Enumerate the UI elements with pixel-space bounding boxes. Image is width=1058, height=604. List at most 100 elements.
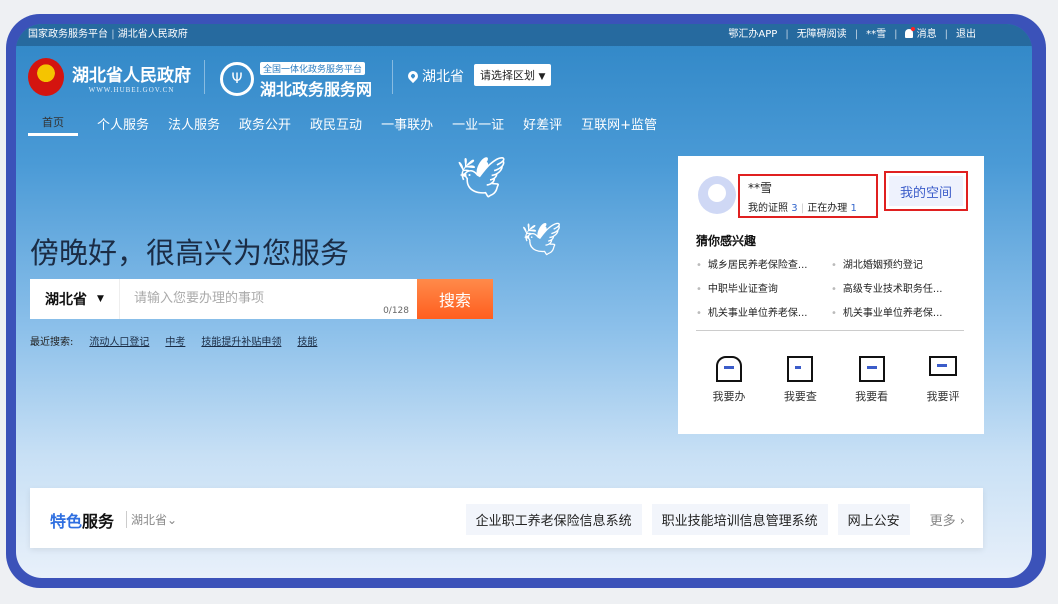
nav-public-affairs[interactable]: 政务公开 [239, 114, 291, 136]
caret-down-icon: ▼ [538, 72, 546, 82]
recent-search-link[interactable]: 技能提升补贴申领 [201, 333, 281, 348]
location-pin-icon [405, 68, 421, 84]
national-emblem-icon [28, 58, 64, 96]
featured-province: 湖北省 [131, 513, 168, 527]
featured-province-select[interactable]: 湖北省⌄ [126, 511, 177, 528]
action-handle[interactable]: 我要办 [704, 356, 754, 404]
top-bar: 国家政务服务平台 | 湖北省人民政府 鄂汇办APP | 无障碍阅读 | **雪 | 消… [16, 24, 1032, 46]
view-doc-icon [858, 356, 885, 382]
avatar[interactable] [698, 176, 736, 214]
accessibility-link[interactable]: 无障碍阅读 [797, 24, 847, 46]
location: 湖北省 [405, 66, 464, 86]
recent-searches: 最近搜索: 流动人口登记 中考 技能提升补贴申领 技能 [30, 333, 317, 348]
interest-item[interactable]: 机关事业单位养老保... [831, 304, 966, 319]
my-space-button[interactable]: 我的空间 [884, 171, 968, 211]
page: 国家政务服务平台 | 湖北省人民政府 鄂汇办APP | 无障碍阅读 | **雪 | 消… [16, 24, 1032, 578]
chevron-right-icon: › [959, 514, 965, 529]
featured-item[interactable]: 网上公安 [837, 504, 910, 535]
user-link[interactable]: **雪 [866, 24, 886, 46]
interest-title: 猜你感兴趣 [696, 234, 757, 248]
nav-corporate[interactable]: 法人服务 [168, 114, 220, 136]
featured-item[interactable]: 职业技能培训信息管理系统 [651, 504, 828, 535]
featured-services: 特色服务 湖北省⌄ 企业职工养老保险信息系统 职业技能培训信息管理系统 网上公安… [30, 488, 983, 548]
doing-count: 1 [850, 203, 857, 214]
action-query[interactable]: 我要查 [775, 356, 825, 404]
chevron-down-icon: ⌄ [167, 513, 178, 527]
interest-item[interactable]: 机关事业单位养老保... [696, 304, 831, 319]
user-info: **雪 我的证照 3 | 正在办理 1 [738, 174, 878, 218]
char-counter: 0/128 [383, 306, 409, 316]
gov-logo[interactable]: 湖北省人民政府 WWW.HUBEI.GOV.CN [28, 58, 191, 96]
platform-tag: 全国一体化政务服务平台 [260, 62, 366, 75]
action-label: 我要办 [712, 390, 746, 403]
site-logo[interactable]: Ψ 全国一体化政务服务平台湖北政务服务网 [220, 57, 372, 100]
featured-title-b: 服务 [82, 512, 115, 531]
province-select[interactable]: 湖北省 ▼ [30, 279, 120, 319]
featured-title: 特色服务 [50, 508, 114, 532]
featured-item[interactable]: 企业职工养老保险信息系统 [465, 504, 642, 535]
interest-list: 城乡居民养老保险查... 湖北婚姻预约登记 中职毕业证查询 高级专业技术职务任.… [696, 256, 966, 319]
doing-label: 正在办理 [807, 203, 848, 214]
user-card: **雪 我的证照 3 | 正在办理 1 我的空间 猜你感兴趣 城乡居民养老保险查… [678, 156, 984, 434]
nav-interaction[interactable]: 政民互动 [310, 114, 362, 136]
nav-one-industry[interactable]: 一业一证 [452, 114, 504, 136]
province-label: 湖北省 [45, 292, 88, 308]
national-platform-link[interactable]: 国家政务服务平台 [28, 29, 108, 40]
main-nav: 首页 个人服务 法人服务 政务公开 政民互动 一事联办 一业一证 好差评 互联网… [28, 114, 657, 136]
crane-decoration-icon: 🕊 [456, 155, 507, 201]
interest-item[interactable]: 中职毕业证查询 [696, 280, 831, 295]
lyre-emblem-icon: Ψ [220, 61, 254, 96]
interest-item[interactable]: 湖北婚姻预约登记 [831, 256, 966, 271]
recent-search-link[interactable]: 流动人口登记 [89, 333, 149, 348]
action-label: 我要评 [926, 390, 960, 403]
search-bar: 湖北省 ▼ 请输入您要办理的事项 0/128 搜索 [30, 279, 493, 319]
user-name: **雪 [748, 181, 773, 195]
certs-count: 3 [791, 203, 798, 214]
nav-supervision[interactable]: 互联网+监管 [581, 114, 657, 136]
action-label: 我要看 [855, 390, 889, 403]
nav-home[interactable]: 首页 [28, 114, 78, 136]
nav-personal[interactable]: 个人服务 [97, 114, 149, 136]
divider [204, 60, 205, 94]
search-doc-icon [787, 356, 814, 382]
recent-label: 最近搜索: [30, 337, 74, 348]
nav-rating[interactable]: 好差评 [523, 114, 562, 136]
site-name: 湖北政务服务网 [260, 80, 373, 99]
divider [392, 60, 393, 94]
caret-down-icon: ▼ [97, 294, 104, 304]
action-rate[interactable]: 我要评 [918, 356, 968, 404]
region-select[interactable]: 请选择区划 ▼ [474, 64, 552, 86]
more-label: 更多 [929, 514, 956, 529]
search-input[interactable]: 请输入您要办理的事项 0/128 [120, 279, 417, 319]
crane-decoration-icon: 🕊 [521, 220, 562, 258]
featured-title-a: 特色 [50, 512, 83, 531]
action-label: 我要查 [783, 390, 817, 403]
messages-link[interactable]: 消息 [917, 29, 937, 40]
recent-search-link[interactable]: 中考 [165, 333, 185, 348]
my-space-label: 我的空间 [889, 176, 963, 206]
certs-label: 我的证照 [748, 203, 788, 214]
bell-icon [905, 27, 916, 38]
gov-url: WWW.HUBEI.GOV.CN [88, 85, 175, 94]
bank-icon [716, 356, 742, 382]
search-button[interactable]: 搜索 [417, 279, 493, 319]
action-view[interactable]: 我要看 [847, 356, 897, 404]
nav-one-thing[interactable]: 一事联办 [381, 114, 433, 136]
my-certs-link[interactable]: 我的证照 3 [748, 203, 798, 214]
divider [696, 330, 964, 331]
interest-item[interactable]: 高级专业技术职务任... [831, 280, 966, 295]
search-placeholder: 请输入您要办理的事项 [134, 291, 265, 306]
gov-name: 湖北省人民政府 [72, 65, 191, 86]
greeting: 傍晚好，很高兴为您服务 [30, 236, 350, 270]
more-link[interactable]: 更多 › [920, 510, 965, 529]
app-link[interactable]: 鄂汇办APP [728, 24, 777, 46]
location-text: 湖北省 [422, 69, 464, 85]
region-select-label: 请选择区划 [480, 69, 535, 82]
comment-check-icon [928, 356, 957, 376]
interest-item[interactable]: 城乡居民养老保险查... [696, 256, 831, 271]
logout-link[interactable]: 退出 [956, 24, 976, 46]
hubei-gov-link[interactable]: 湖北省人民政府 [118, 29, 188, 40]
in-progress-link[interactable]: 正在办理 1 [807, 203, 857, 214]
quick-actions: 我要办 我要查 我要看 我要评 [696, 356, 976, 404]
recent-search-link[interactable]: 技能 [297, 333, 317, 348]
